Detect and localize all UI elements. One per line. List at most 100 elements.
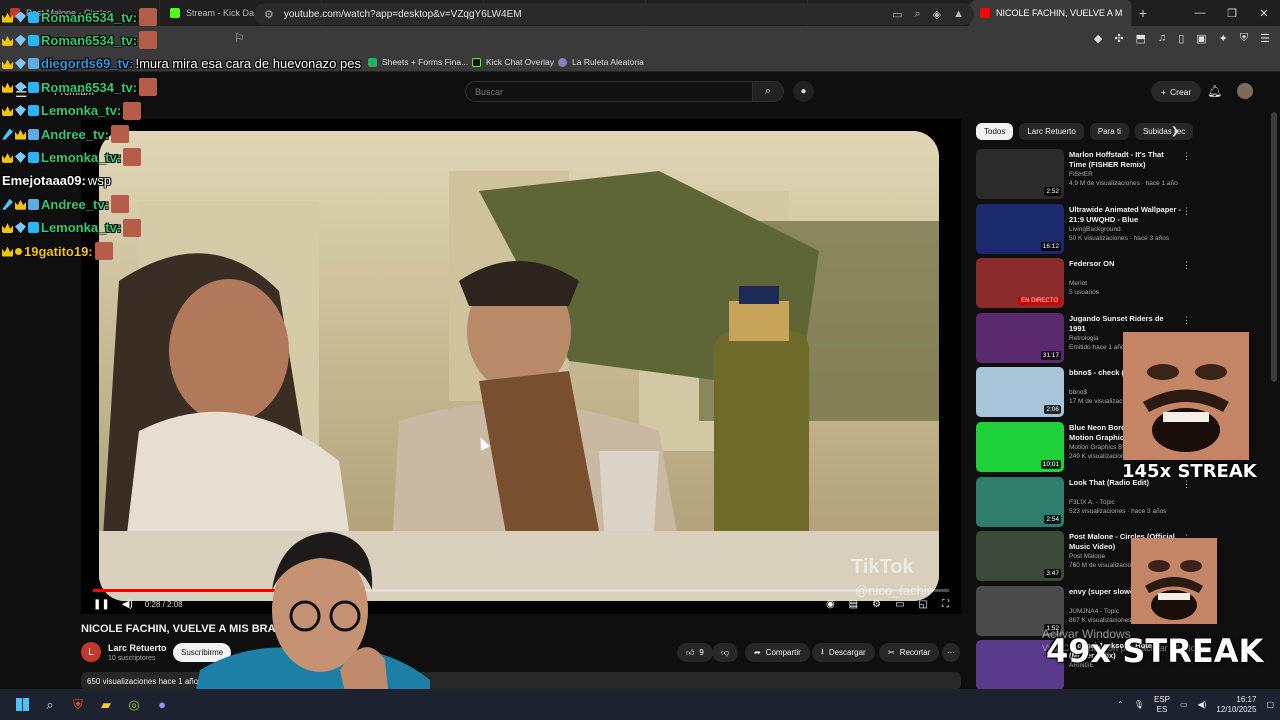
- url-bar[interactable]: ⚙ youtube.com/watch?app=desktop&v=VZqgY6…: [254, 3, 974, 25]
- filter-chip[interactable]: Subidas rec: [1134, 123, 1194, 140]
- download-button[interactable]: ⭳ Descargar: [812, 643, 875, 662]
- restore-icon[interactable]: ❐: [1216, 0, 1248, 26]
- video-thumbnail[interactable]: EN DIRECTO: [976, 258, 1064, 309]
- brave-shield-icon[interactable]: ◈: [933, 8, 941, 21]
- more-options-icon[interactable]: ⋮: [1182, 315, 1191, 326]
- close-icon[interactable]: ✕: [1248, 0, 1280, 26]
- new-tab-button[interactable]: +: [1132, 5, 1154, 21]
- account-avatar[interactable]: [1237, 83, 1253, 99]
- chat-badge-icon: [2, 128, 13, 140]
- menu-icon[interactable]: ☰: [1260, 32, 1270, 45]
- channel-name[interactable]: JUMJNA4 - Topic: [1069, 608, 1119, 615]
- browser-tab[interactable]: NICOLE FACHIN, VUELVE A M✕: [970, 0, 1132, 26]
- settings-gear-icon[interactable]: ⚙: [872, 599, 881, 610]
- notifications-icon[interactable]: ▢: [1266, 700, 1274, 709]
- chat-badge-icon: [28, 151, 39, 163]
- video-thumbnail[interactable]: 16:12: [976, 203, 1064, 254]
- more-icon: ⋯: [947, 648, 955, 657]
- video-title[interactable]: Jugando Sunset Riders de 1991: [1069, 314, 1181, 334]
- extension-icon[interactable]: ◆: [1094, 32, 1102, 45]
- brave-browser-icon[interactable]: ⛨: [64, 689, 92, 720]
- recommended-video[interactable]: 2:52 Marlon Hoffstadt - It's That Time (F…: [976, 149, 1276, 201]
- puzzle-icon[interactable]: ✣: [1114, 32, 1123, 45]
- search-button[interactable]: ⌕: [752, 81, 784, 102]
- more-options-icon[interactable]: ⋮: [1182, 206, 1191, 217]
- sidebar-icon[interactable]: ▯: [1178, 32, 1184, 45]
- rewards-icon[interactable]: ▲: [953, 8, 964, 21]
- wallet-icon[interactable]: ▣: [1196, 32, 1206, 45]
- channel-name[interactable]: F3LIX A. - Topic: [1069, 499, 1115, 506]
- dislike-button[interactable]: 👎︎: [712, 643, 739, 662]
- clock[interactable]: 16:17 12/10/2025: [1216, 695, 1256, 715]
- channel-name[interactable]: Larc Retuerto: [108, 643, 167, 653]
- channel-name[interactable]: FISHER: [1069, 171, 1093, 178]
- recommended-video[interactable]: 16:12 Ultrawide Animated Wallpaper - 21:9…: [976, 203, 1276, 256]
- video-thumbnail[interactable]: 10:01: [976, 422, 1064, 472]
- recommended-video[interactable]: 2:54 Look That (Radio Edit) F3LIX A. - Top…: [976, 476, 1276, 529]
- volume-icon[interactable]: ◀︎): [1198, 700, 1207, 709]
- more-options-icon[interactable]: ⋮: [1182, 260, 1191, 271]
- file-explorer-icon[interactable]: ▰: [92, 689, 120, 720]
- clip-button[interactable]: ✂ Recortar: [879, 643, 940, 662]
- channel-avatar[interactable]: L: [81, 642, 101, 662]
- voice-search-button[interactable]: ●: [793, 81, 814, 102]
- share-button[interactable]: ➦ Compartir: [745, 643, 810, 662]
- theater-mode-icon[interactable]: ▭: [895, 599, 904, 610]
- music-icon[interactable]: ♫: [1158, 32, 1166, 45]
- leo-icon[interactable]: ✦: [1219, 32, 1228, 45]
- fullscreen-icon[interactable]: ⛶: [942, 599, 949, 610]
- bookmark-item[interactable]: La Ruleta Aleatoria: [558, 57, 644, 67]
- volume-icon[interactable]: ◀︎): [122, 599, 133, 610]
- chevron-up-icon[interactable]: ⌃: [1117, 700, 1124, 709]
- cast-icon[interactable]: ◱: [919, 599, 928, 610]
- video-title[interactable]: Federsor ON: [1069, 259, 1181, 269]
- search-icon[interactable]: ⌕: [36, 689, 64, 720]
- captions-icon[interactable]: ▤: [849, 599, 858, 610]
- bookmark-item[interactable]: Kick Chat Overlay: [472, 57, 554, 67]
- video-thumbnail[interactable]: 2:54: [976, 476, 1064, 527]
- search-input[interactable]: Buscar: [465, 81, 753, 102]
- channel-name[interactable]: Merlot: [1069, 280, 1087, 287]
- channel-name[interactable]: LivingBackground: [1069, 226, 1121, 233]
- language-indicator[interactable]: ESP ES: [1154, 695, 1170, 715]
- zoom-icon[interactable]: ⌕: [914, 8, 920, 21]
- recommended-video[interactable]: 3:47 Post Malone - Circles (Official Musi…: [976, 531, 1276, 583]
- obs-icon[interactable]: ●: [148, 689, 176, 720]
- network-icon[interactable]: ▭: [1180, 700, 1188, 709]
- minimize-icon[interactable]: —: [1184, 0, 1216, 26]
- channel-name[interactable]: Post Malone: [1069, 553, 1105, 560]
- autoplay-toggle-icon[interactable]: ◉: [826, 599, 835, 610]
- video-thumbnail[interactable]: 2:06: [976, 367, 1064, 418]
- bookmark-icon[interactable]: ⚐: [234, 31, 245, 45]
- thumbs-down-icon: 👎︎: [721, 647, 730, 657]
- pause-icon[interactable]: ❚❚: [93, 599, 110, 610]
- downloads-icon[interactable]: ⬒: [1136, 32, 1146, 45]
- video-thumbnail[interactable]: 2:52: [976, 149, 1064, 199]
- chat-badge-icon: [15, 151, 26, 163]
- more-options-icon[interactable]: ⋮: [1182, 151, 1191, 162]
- channel-name[interactable]: Retrologia: [1069, 335, 1099, 342]
- chat-emote-icon: [110, 125, 129, 143]
- chevron-right-icon[interactable]: ❯: [1171, 126, 1179, 137]
- screen-icon[interactable]: ▭: [892, 8, 902, 21]
- filter-chip[interactable]: Larc Retuerto: [1019, 123, 1084, 140]
- site-settings-icon[interactable]: ⚙: [264, 8, 274, 21]
- filter-chip[interactable]: Para ti: [1089, 123, 1129, 140]
- microphone-icon[interactable]: 🎙︎: [1134, 700, 1144, 709]
- video-title[interactable]: Marlon Hoffstadt - It's That Time (FISHE…: [1069, 150, 1181, 170]
- create-button[interactable]: + Crear: [1151, 81, 1202, 102]
- app-icon[interactable]: ◎: [120, 689, 148, 720]
- windows-start-icon[interactable]: [8, 689, 36, 720]
- page-scrollbar[interactable]: [1271, 112, 1277, 382]
- video-thumbnail[interactable]: 3:47: [976, 531, 1064, 582]
- notifications-bell-icon[interactable]: 🔔︎: [1207, 84, 1222, 98]
- more-actions-button[interactable]: ⋯: [942, 643, 960, 662]
- like-button[interactable]: 👍︎ 9: [677, 643, 713, 662]
- recommended-video[interactable]: EN DIRECTO Federsor ON Merlot 5 usuarios ⋮: [976, 258, 1276, 310]
- channel-name[interactable]: bbno$: [1069, 389, 1087, 396]
- bookmark-item[interactable]: Sheets + Forms Fina...: [368, 57, 468, 67]
- vpn-icon[interactable]: ⛨: [1240, 32, 1248, 45]
- video-title[interactable]: Ultrawide Animated Wallpaper - 21:9 UWQH…: [1069, 205, 1181, 225]
- filter-chip[interactable]: Todos: [976, 123, 1014, 140]
- video-thumbnail[interactable]: 31:17: [976, 312, 1064, 363]
